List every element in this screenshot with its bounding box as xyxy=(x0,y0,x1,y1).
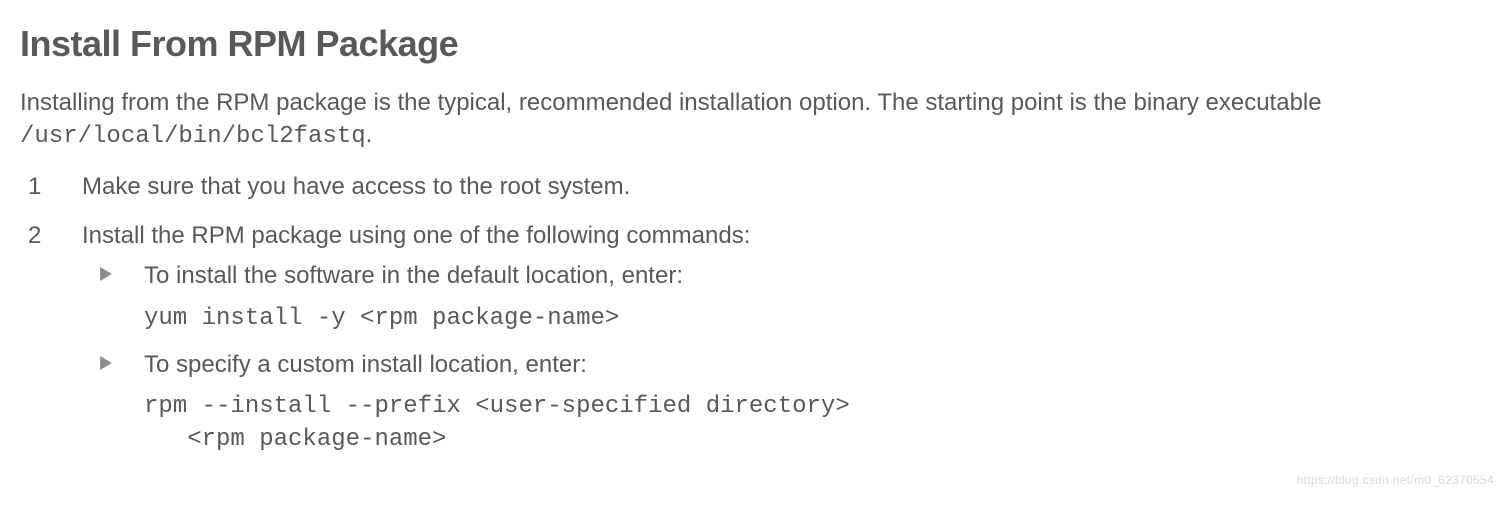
command-text: yum install -y <rpm package-name> xyxy=(144,303,1480,335)
watermark-text: https://blog.csdn.net/m0_62370554 xyxy=(1297,472,1494,488)
step-item: Make sure that you have access to the ro… xyxy=(20,171,1480,203)
step-text: Install the RPM package using one of the… xyxy=(82,222,750,249)
triangle-bullet-icon xyxy=(100,356,112,370)
bullet-item: To install the software in the default l… xyxy=(82,260,1480,335)
steps-list: Make sure that you have access to the ro… xyxy=(20,171,1480,456)
bullet-item: To specify a custom install location, en… xyxy=(82,349,1480,456)
bullet-text: To install the software in the default l… xyxy=(144,262,683,289)
intro-code-path: /usr/local/bin/bcl2fastq xyxy=(20,123,366,150)
step-text: Make sure that you have access to the ro… xyxy=(82,173,630,200)
intro-text-prefix: Installing from the RPM package is the t… xyxy=(20,89,1322,116)
bullet-text: To specify a custom install location, en… xyxy=(144,351,587,378)
page-title: Install From RPM Package xyxy=(20,20,1480,69)
step-item: Install the RPM package using one of the… xyxy=(20,220,1480,456)
command-text: rpm --install --prefix <user-specified d… xyxy=(144,391,1480,456)
intro-text-suffix: . xyxy=(366,121,373,148)
bullet-list: To install the software in the default l… xyxy=(82,260,1480,456)
triangle-bullet-icon xyxy=(100,267,112,281)
intro-paragraph: Installing from the RPM package is the t… xyxy=(20,87,1480,154)
